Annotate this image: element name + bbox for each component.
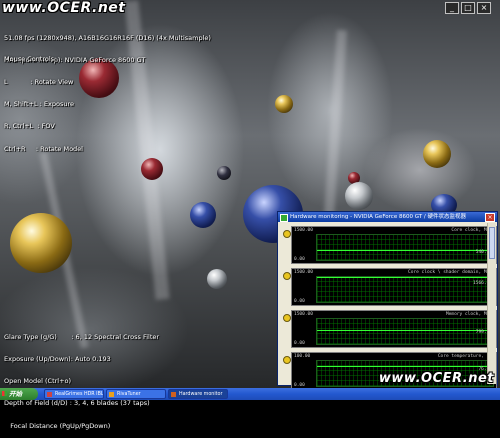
mouse-controls-title: Mouse Controls: bbox=[4, 54, 57, 63]
hardware-monitor-title: Hardware monitoring - NVIDIA GeForce 860… bbox=[290, 214, 466, 220]
start-label: 开始 bbox=[9, 390, 22, 398]
graph-panel: 1500.00 0.00 Core clock, MHz 540.00 1500… bbox=[279, 223, 497, 390]
task-label: RivaTuner bbox=[117, 392, 141, 397]
graph-plot bbox=[316, 234, 494, 261]
close-button[interactable]: × bbox=[477, 2, 491, 14]
sensor-icon bbox=[283, 272, 291, 280]
app-icon bbox=[109, 392, 114, 397]
graph-title: Core temperature, °C bbox=[437, 354, 492, 359]
vertical-scrollbar[interactable] bbox=[487, 223, 496, 384]
graph-title: Core clock \ shader domain, MHz bbox=[408, 270, 492, 275]
graph-plot bbox=[316, 318, 494, 345]
sensor-icon bbox=[283, 314, 291, 322]
control-line: R, Ctrl+L : FOV bbox=[4, 122, 55, 131]
taskbar: 开始 RealGrimes HDR IBL RivaTuner Hardware… bbox=[0, 388, 500, 400]
control-line: L : Rotate View bbox=[4, 78, 74, 87]
close-icon[interactable]: × bbox=[485, 213, 495, 222]
task-label: Hardware monitor bbox=[179, 392, 223, 397]
windows-logo-icon bbox=[2, 391, 7, 396]
graph-title: Core clock, MHz bbox=[451, 228, 492, 233]
y-axis-min: 0.00 bbox=[294, 257, 305, 262]
sensor-icon bbox=[283, 230, 291, 238]
y-axis-max: 100.00 bbox=[294, 354, 311, 359]
sphere-dark bbox=[217, 166, 231, 180]
exposure-line: Exposure (Up/Down): Auto 0.193 bbox=[4, 355, 111, 364]
core-clock-graph: 1500.00 0.00 Core clock, MHz 540.00 bbox=[283, 226, 497, 264]
graph-line bbox=[317, 366, 493, 367]
sphere-gold bbox=[423, 140, 451, 168]
minimize-button[interactable]: _ bbox=[445, 2, 459, 14]
sphere-blue-small bbox=[190, 202, 216, 228]
y-axis-min: 0.00 bbox=[294, 341, 305, 346]
control-line: Ctrl+R : Rotate Model bbox=[4, 144, 83, 153]
glare-type-line: Glare Type (g/G) : 6, 12 Spectral Cross … bbox=[4, 332, 160, 341]
graph-line bbox=[317, 250, 493, 251]
taskbar-item-hardware-monitor[interactable]: Hardware monitor bbox=[168, 389, 228, 399]
render-settings-help: Glare Type (g/G) : 6, 12 Spectral Cross … bbox=[4, 319, 159, 438]
memory-clock-graph: 1500.00 0.00 Memory clock, MHz 799.20 bbox=[283, 310, 497, 348]
y-axis-max: 1500.00 bbox=[294, 270, 313, 275]
depth-of-field-line: Depth of Field (d/D) : 3, 4, 6 blades (3… bbox=[4, 399, 150, 408]
scrollbar-thumb[interactable] bbox=[489, 227, 495, 259]
app-icon bbox=[280, 214, 288, 222]
open-model-line: Open Model (Ctrl+o) bbox=[4, 377, 72, 386]
sphere-gold bbox=[275, 95, 293, 113]
sensor-icon bbox=[283, 356, 291, 364]
app-icon bbox=[47, 392, 52, 397]
light-streak bbox=[323, 29, 347, 231]
sphere-gold-large bbox=[10, 213, 72, 273]
mouse-controls-help: Mouse Controls: L : Rotate View M, Shift… bbox=[4, 41, 83, 161]
shader-clock-graph: 1500.00 0.00 Core clock \ shader domain,… bbox=[283, 268, 497, 306]
task-label: RealGrimes HDR IBL bbox=[55, 392, 104, 397]
hardware-monitor-window[interactable]: Hardware monitoring - NVIDIA GeForce 860… bbox=[277, 211, 498, 390]
control-line: M, Shift+L : Exposure bbox=[4, 100, 74, 109]
sphere-red-small bbox=[141, 158, 163, 180]
maximize-button[interactable]: □ bbox=[461, 2, 475, 14]
watermark-bottom: www.OCER.net bbox=[378, 371, 494, 386]
y-axis-max: 1500.00 bbox=[294, 228, 313, 233]
watermark-top: www.OCER.net bbox=[2, 0, 126, 16]
graph-plot bbox=[316, 276, 494, 303]
sphere-chrome-small bbox=[207, 269, 227, 289]
y-axis-min: 0.00 bbox=[294, 299, 305, 304]
y-axis-max: 1500.00 bbox=[294, 312, 313, 317]
focal-distance-line: Focal Distance (PgUp/PgDown) bbox=[4, 421, 111, 430]
graph-line bbox=[317, 276, 493, 278]
graph-title: Memory clock, MHz bbox=[445, 312, 492, 317]
graph-line bbox=[317, 329, 493, 331]
taskbar-item-hdr-ibl[interactable]: RealGrimes HDR IBL bbox=[44, 389, 104, 399]
sphere-chrome bbox=[345, 182, 373, 210]
taskbar-item-rivatuner[interactable]: RivaTuner bbox=[106, 389, 166, 399]
hardware-monitor-titlebar[interactable]: Hardware monitoring - NVIDIA GeForce 860… bbox=[278, 212, 497, 222]
start-button[interactable]: 开始 bbox=[0, 388, 38, 400]
app-icon bbox=[171, 392, 176, 397]
